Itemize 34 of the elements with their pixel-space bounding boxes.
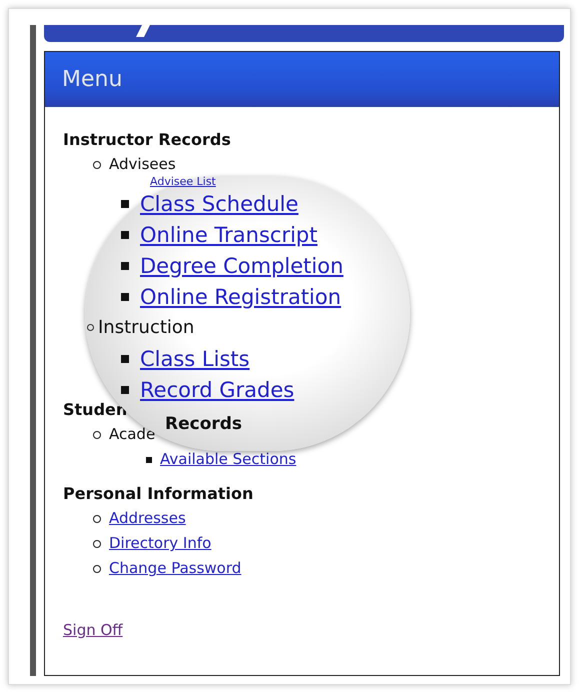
section-heading: Personal Information xyxy=(63,483,254,505)
menu-link[interactable]: Record Grades xyxy=(140,376,294,402)
menu-title: Menu xyxy=(62,66,122,94)
square-bullet-icon xyxy=(121,230,129,238)
square-bullet-icon xyxy=(121,292,129,300)
square-bullet-icon xyxy=(121,262,129,270)
section-heading: Instructor Records xyxy=(63,129,231,151)
menu-link[interactable]: Advisee List xyxy=(150,176,216,188)
section-heading: Records xyxy=(165,413,242,436)
menu-link[interactable]: Online Registration xyxy=(140,284,342,310)
menu-link[interactable]: Available Sections xyxy=(160,448,296,471)
menu-link[interactable]: Directory Info xyxy=(109,532,212,555)
sign-off-link[interactable]: Sign Off xyxy=(63,618,123,642)
menu-link[interactable]: Degree Completion xyxy=(140,252,344,278)
menu-group-label: Acade xyxy=(109,424,156,446)
circle-bullet-icon xyxy=(93,514,101,522)
menu-group-label: Instruction xyxy=(98,316,194,340)
square-bullet-icon xyxy=(146,456,152,462)
menu-link[interactable]: Change Password xyxy=(109,557,242,580)
circle-bullet-icon xyxy=(93,540,101,548)
circle-bullet-icon xyxy=(93,160,101,168)
square-bullet-icon xyxy=(121,354,129,362)
menu-group-label: Advisees xyxy=(109,154,176,176)
menu-link[interactable]: Class Lists xyxy=(140,346,250,372)
logo-fragment-icon xyxy=(136,25,150,37)
menu-link[interactable]: Online Transcript xyxy=(140,222,318,248)
circle-bullet-icon xyxy=(87,324,94,331)
section-heading: Studen xyxy=(63,399,128,421)
menu-link[interactable]: Addresses xyxy=(109,507,186,530)
circle-bullet-icon xyxy=(93,564,101,572)
circle-bullet-icon xyxy=(93,430,101,438)
square-bullet-icon xyxy=(121,200,129,208)
menu-link[interactable]: Class Schedule xyxy=(140,190,298,216)
square-bullet-icon xyxy=(121,386,129,394)
